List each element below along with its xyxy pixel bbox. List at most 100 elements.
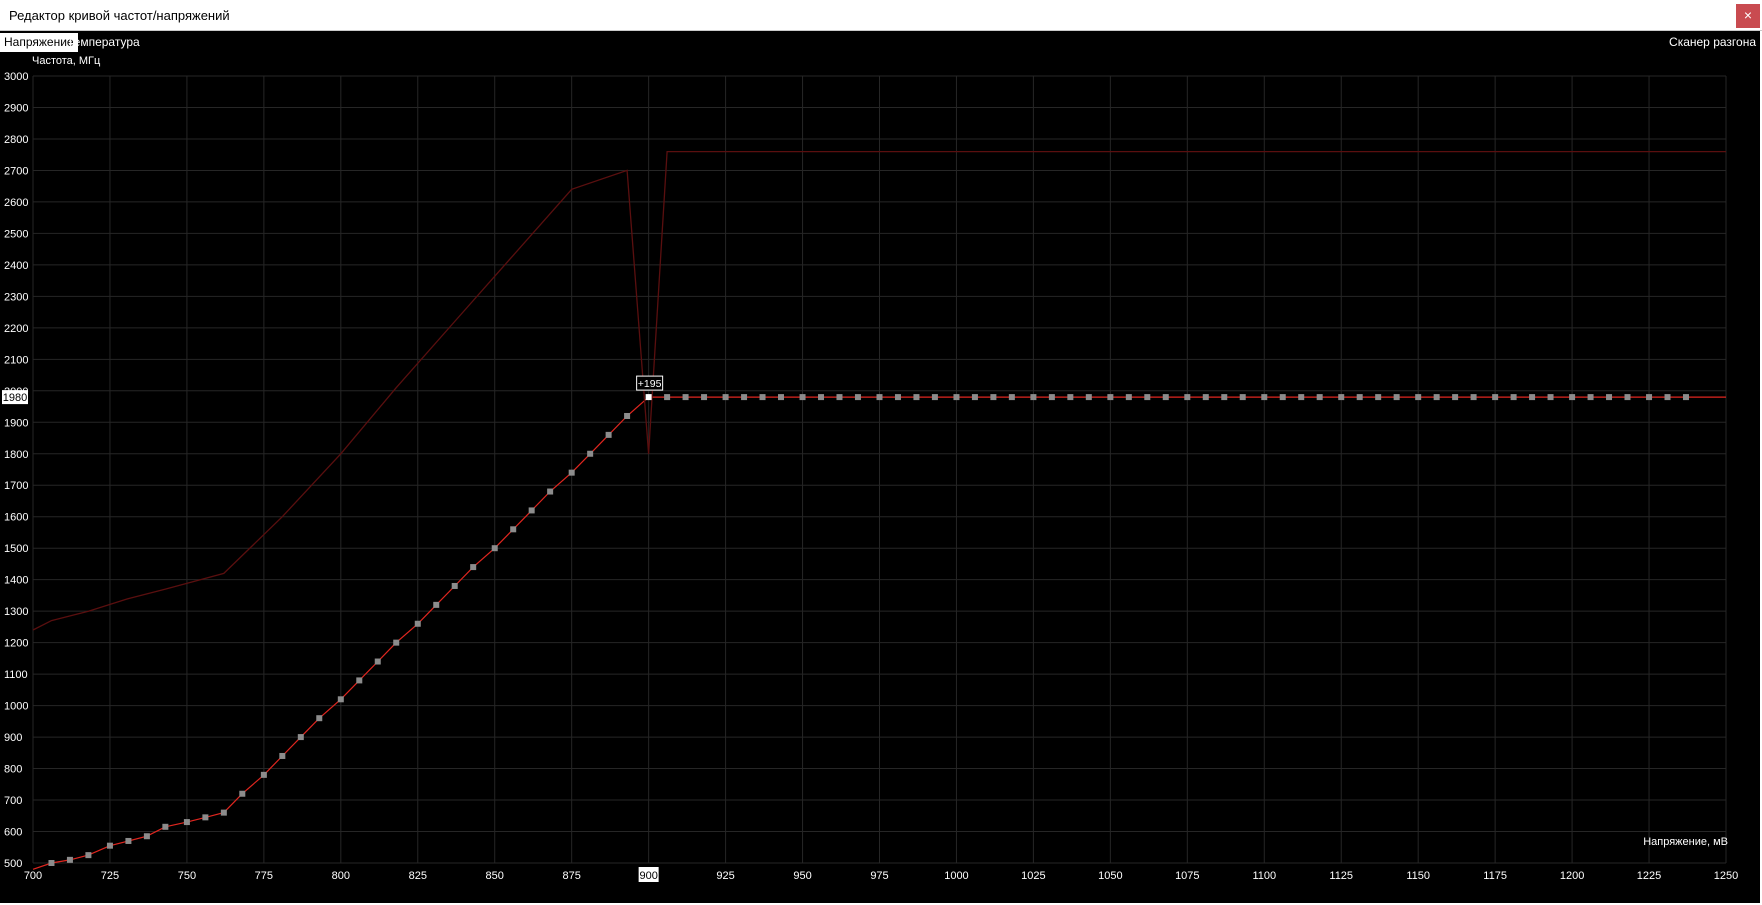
curve-point[interactable] (1298, 394, 1305, 401)
curve-point[interactable] (1646, 394, 1653, 401)
curve-point[interactable] (1085, 394, 1092, 401)
curve-point[interactable] (414, 620, 421, 627)
curve-point[interactable] (1606, 394, 1613, 401)
curve-point[interactable] (1184, 394, 1191, 401)
x-tick-label: 1200 (1560, 870, 1584, 882)
curve-point[interactable] (836, 394, 843, 401)
curve-point[interactable] (701, 394, 708, 401)
curve-point[interactable] (1375, 394, 1382, 401)
curve-point[interactable] (1221, 394, 1228, 401)
curve-point[interactable] (220, 809, 227, 816)
curve-point[interactable] (971, 394, 978, 401)
curve-point[interactable] (528, 507, 535, 514)
title-bar[interactable]: Редактор кривой частот/напряжений × (0, 0, 1762, 31)
curve-point[interactable] (1202, 394, 1209, 401)
curve-point[interactable] (818, 394, 825, 401)
curve-point[interactable] (1569, 394, 1576, 401)
curve-point[interactable] (1664, 394, 1671, 401)
y-tick-label: 500 (4, 858, 22, 870)
close-button[interactable]: × (1736, 4, 1760, 28)
curve-point[interactable] (1261, 394, 1268, 401)
curve-point[interactable] (913, 394, 920, 401)
curve-point[interactable] (1624, 394, 1631, 401)
curve-point[interactable] (66, 856, 73, 863)
curve-point[interactable] (1239, 394, 1246, 401)
curve-point[interactable] (1048, 394, 1055, 401)
curve-point[interactable] (1415, 394, 1422, 401)
overclock-scanner-button[interactable]: Сканер разгона (1669, 33, 1756, 52)
curve-point[interactable] (587, 450, 594, 457)
y-tick-label: 1300 (4, 606, 28, 618)
curve-point[interactable] (125, 837, 132, 844)
curve-point[interactable] (1452, 394, 1459, 401)
y-axis-label: Частота, МГц (32, 55, 101, 67)
curve-point[interactable] (876, 394, 883, 401)
x-tick-label: 950 (793, 870, 811, 882)
curve-point[interactable] (1529, 394, 1536, 401)
curve-point[interactable] (451, 582, 458, 589)
curve-point[interactable] (1162, 394, 1169, 401)
y-tick-label: 1400 (4, 575, 28, 587)
curve-point[interactable] (953, 394, 960, 401)
curve-point[interactable] (510, 526, 517, 533)
y-tick-label: 2500 (4, 228, 28, 240)
curve-point[interactable] (990, 394, 997, 401)
curve-point[interactable] (759, 394, 766, 401)
curve-point[interactable] (1587, 394, 1594, 401)
curve-point[interactable] (568, 469, 575, 476)
curve-point[interactable] (356, 677, 363, 684)
curve-point[interactable] (239, 790, 246, 797)
curve-point[interactable] (1030, 394, 1037, 401)
curve-point[interactable] (162, 823, 169, 830)
curve-point[interactable] (1125, 394, 1132, 401)
curve-point[interactable] (1356, 394, 1363, 401)
curve-point[interactable] (722, 394, 729, 401)
curve-point[interactable] (1393, 394, 1400, 401)
curve-point[interactable] (297, 734, 304, 741)
curve-point[interactable] (1067, 394, 1074, 401)
curve-point[interactable] (433, 601, 440, 608)
curve-point[interactable] (1470, 394, 1477, 401)
vf-curve-chart[interactable]: 500 600 700 800 900 1000 1100 1200 1300 1400 1500 1… (0, 52, 1760, 905)
curve-point[interactable] (664, 394, 671, 401)
selected-curve-point[interactable] (645, 394, 652, 401)
curve-point[interactable] (854, 394, 861, 401)
curve-point[interactable] (1316, 394, 1323, 401)
curve-point[interactable] (143, 833, 150, 840)
curve-point[interactable] (260, 771, 267, 778)
curve-point[interactable] (279, 752, 286, 759)
curve-point[interactable] (624, 412, 631, 419)
curve-point[interactable] (1338, 394, 1345, 401)
curve-point[interactable] (1144, 394, 1151, 401)
curve-point[interactable] (183, 819, 190, 826)
curve-point[interactable] (547, 488, 554, 495)
curve-point[interactable] (85, 852, 92, 859)
curve-point[interactable] (1510, 394, 1517, 401)
curve-point[interactable] (894, 394, 901, 401)
curve-point[interactable] (605, 431, 612, 438)
curve-point[interactable] (106, 842, 113, 849)
curve-point[interactable] (777, 394, 784, 401)
curve-point[interactable] (1682, 394, 1689, 401)
curve-point[interactable] (799, 394, 806, 401)
y-tick-label: 2600 (4, 197, 28, 209)
curve-point[interactable] (1107, 394, 1114, 401)
curve-point[interactable] (1279, 394, 1286, 401)
curve-point[interactable] (1433, 394, 1440, 401)
curve-point[interactable] (491, 545, 498, 552)
tab-temperature[interactable]: Температура (63, 33, 144, 52)
curve-point[interactable] (682, 394, 689, 401)
curve-point[interactable] (202, 814, 209, 821)
curve-point[interactable] (1008, 394, 1015, 401)
curve-point[interactable] (337, 696, 344, 703)
curve-point[interactable] (316, 715, 323, 722)
curve-point[interactable] (1492, 394, 1499, 401)
x-tick-label: 800 (332, 870, 350, 882)
curve-point[interactable] (741, 394, 748, 401)
curve-point[interactable] (374, 658, 381, 665)
curve-point[interactable] (470, 564, 477, 571)
curve-point[interactable] (1547, 394, 1554, 401)
curve-point[interactable] (393, 639, 400, 646)
curve-point[interactable] (48, 860, 55, 866)
curve-point[interactable] (931, 394, 938, 401)
